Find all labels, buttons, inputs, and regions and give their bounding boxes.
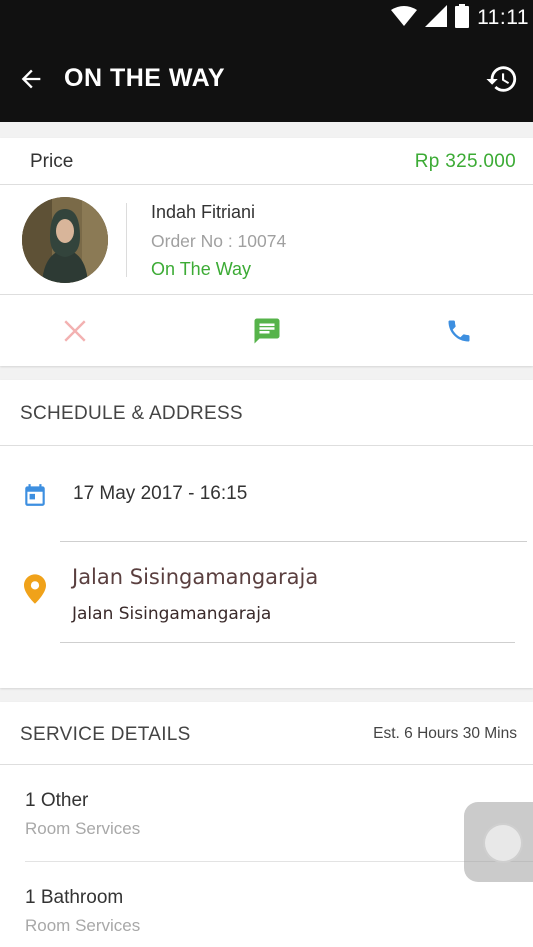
call-button[interactable] xyxy=(439,311,479,351)
assistive-touch-icon xyxy=(483,823,523,863)
assistive-touch-button[interactable] xyxy=(464,802,533,882)
signal-icon xyxy=(425,4,448,32)
status-icons: 11:11 xyxy=(391,3,529,33)
address-detail: Jalan Sisingamangaraja xyxy=(72,604,272,624)
price-value: Rp 325.000 xyxy=(414,151,516,172)
section-title: SCHEDULE & ADDRESS xyxy=(20,403,243,424)
back-button[interactable] xyxy=(14,62,48,96)
service-card: SERVICE DETAILS Est. 6 Hours 30 Mins 1 O… xyxy=(0,702,533,947)
battery-icon xyxy=(455,3,470,33)
divider xyxy=(60,642,515,643)
history-button[interactable] xyxy=(483,60,521,98)
list-item: 1 Other Room Services xyxy=(0,765,533,862)
action-row xyxy=(0,295,533,366)
page-title: ON THE WAY xyxy=(64,64,226,92)
app-bar: ON THE WAY xyxy=(0,36,533,122)
arrow-back-icon xyxy=(21,69,41,89)
list-item: 1 Bathroom Room Services xyxy=(0,862,533,947)
schedule-card: SCHEDULE & ADDRESS 17 May 2017 - 16:15 J… xyxy=(0,380,533,688)
cancel-button[interactable] xyxy=(55,311,95,351)
status-bar: 11:11 xyxy=(0,0,533,36)
service-header: SERVICE DETAILS Est. 6 Hours 30 Mins xyxy=(0,702,533,765)
phone-icon xyxy=(448,320,470,342)
service-category: Room Services xyxy=(25,916,141,935)
history-icon xyxy=(486,66,517,92)
worker-name: Indah Fitriani xyxy=(151,202,256,222)
divider xyxy=(60,541,527,542)
order-number: Order No : 10074 xyxy=(151,231,287,251)
worker-row: Indah Fitriani Order No : 10074 On The W… xyxy=(0,185,533,295)
message-button[interactable] xyxy=(247,311,287,351)
status-time: 11:11 xyxy=(477,6,529,29)
divider xyxy=(126,203,127,277)
price-label: Price xyxy=(30,151,74,172)
screen: 11:11 ON THE WAY Price Rp 325.000 Indah … xyxy=(0,0,533,947)
avatar xyxy=(22,197,108,283)
service-name: 1 Other xyxy=(25,790,89,811)
calendar-icon xyxy=(22,481,48,514)
order-status: On The Way xyxy=(151,259,252,279)
service-estimate: Est. 6 Hours 30 Mins xyxy=(373,725,517,742)
schedule-header: SCHEDULE & ADDRESS xyxy=(0,380,533,446)
order-card: Price Rp 325.000 Indah Fitriani Order No… xyxy=(0,138,533,366)
schedule-datetime: 17 May 2017 - 16:15 xyxy=(73,483,248,504)
service-name: 1 Bathroom xyxy=(25,887,124,908)
address-title: Jalan Sisingamangaraja xyxy=(72,565,319,589)
cancel-icon xyxy=(64,320,86,342)
wifi-icon xyxy=(391,5,418,31)
section-title: SERVICE DETAILS xyxy=(20,724,191,745)
service-category: Room Services xyxy=(25,819,141,838)
price-row: Price Rp 325.000 xyxy=(0,138,533,185)
message-icon xyxy=(254,318,280,344)
location-pin-icon xyxy=(24,574,46,609)
